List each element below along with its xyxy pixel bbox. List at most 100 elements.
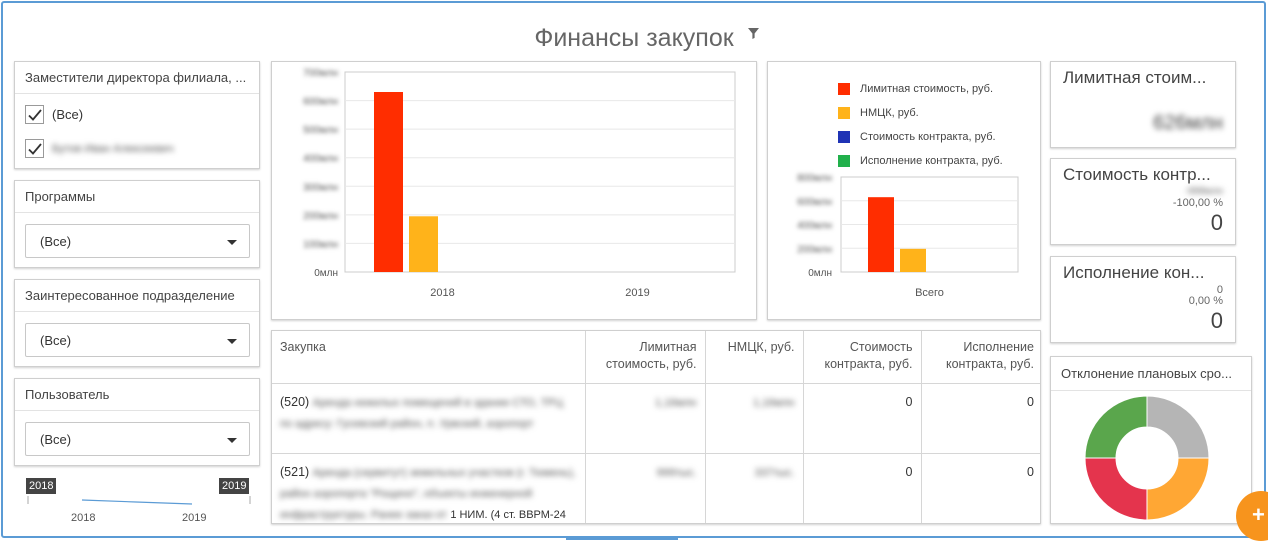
column-header[interactable]: Закупка <box>272 331 586 384</box>
y-tick-label: 0млн <box>314 268 338 279</box>
timeline-line <box>27 496 251 505</box>
programs-filter-header: Программы <box>15 181 259 213</box>
purchase-code: (521) <box>280 464 310 479</box>
y-tick-label: 700млн <box>303 68 338 79</box>
x-tick-label: 2019 <box>625 287 649 299</box>
department-dropdown-value: (Все) <box>40 333 72 348</box>
chart-total-panel: Лимитная стоимость, руб. НМЦК, руб. Стоимо… <box>767 61 1041 320</box>
kpi-contract-target: -998млн <box>1184 186 1223 197</box>
timeline-year-label: 2019 <box>182 512 207 524</box>
y-tick-label: 100млн <box>303 239 338 250</box>
limit-cell: 999тыс. <box>585 453 706 523</box>
column-header[interactable]: Стоимость контракта, руб. <box>803 331 922 384</box>
plot-area <box>344 71 736 273</box>
y-tick-label: 800млн <box>797 173 832 184</box>
chevron-down-icon <box>227 339 237 344</box>
y-tick-label: 200млн <box>303 211 338 222</box>
dashboard-title: Финансы закупок <box>0 24 1268 53</box>
timeline-year-label: 2018 <box>71 512 96 524</box>
nmck-value: 1,16млн <box>753 396 795 409</box>
programs-filter-panel: Программы (Все) <box>14 180 260 268</box>
deviation-panel-header: Отклонение плановых сро... <box>1051 357 1251 391</box>
user-filter-header: Пользователь <box>15 379 259 411</box>
deviation-panel: Отклонение плановых сро... <box>1050 356 1252 524</box>
purchase-name: Аренда нежилых помещений в здании СТО, Т… <box>280 396 563 430</box>
table-row[interactable]: (521) Аренда (сервитут) земельных участк… <box>272 453 1040 523</box>
y-tick-label: 200млн <box>797 244 832 255</box>
x-tick-label: 2018 <box>430 287 454 299</box>
kpi-limit-value: 626млн <box>1153 112 1223 134</box>
kpi-contract-delta: -100,00 % <box>1172 197 1223 209</box>
bar <box>374 92 403 272</box>
kpi-limit-card[interactable]: Лимитная стоим... 626млн <box>1050 61 1236 148</box>
user-dropdown[interactable]: (Все) <box>25 422 250 456</box>
kpi-contract-card[interactable]: Стоимость контр... -998млн -100,00 % 0 <box>1050 158 1236 245</box>
filter-icon[interactable] <box>748 28 759 39</box>
kpi-execution-value: 0 <box>1210 308 1223 333</box>
contract-cell: 0 <box>803 383 922 454</box>
department-dropdown[interactable]: (Все) <box>25 323 250 357</box>
column-header[interactable]: Исполнение контракта, руб. <box>921 331 1040 384</box>
donut-slice <box>1146 395 1210 459</box>
y-tick-label: 600млн <box>303 97 338 108</box>
y-tick-label: 400млн <box>797 221 832 232</box>
chevron-down-icon <box>227 438 237 443</box>
programs-dropdown-value: (Все) <box>40 234 72 249</box>
deputies-item-person[interactable]: Бутов Иван Алексеевич <box>25 139 174 158</box>
limit-value: 1,16млн <box>655 396 697 409</box>
deputies-filter-header: Заместители директора филиала, ... <box>15 62 259 94</box>
kpi-limit-title: Лимитная стоим... <box>1063 68 1207 87</box>
dashboard-title-text: Финансы закупок <box>534 24 734 52</box>
donut-slice <box>1146 457 1210 521</box>
kpi-execution-delta: 0,00 % <box>1188 295 1223 307</box>
user-dropdown-value: (Все) <box>40 432 72 447</box>
nmck-cell: 1,16млн <box>705 383 804 454</box>
deputies-item-label: (Все) <box>52 107 84 122</box>
y-tick-label: 300млн <box>303 182 338 193</box>
nmck-value: 337тыс. <box>754 466 795 479</box>
checkbox-checked-icon[interactable] <box>25 139 44 158</box>
timeline[interactable]: 2018 2019 2018 2019 <box>26 476 252 526</box>
column-header[interactable]: НМЦК, руб. <box>705 331 804 384</box>
limit-value: 999тыс. <box>656 466 697 479</box>
chart-by-year-panel: 700млн 600млн 500млн 400млн 300млн 200млн 100м… <box>271 61 757 320</box>
chart-total: 800млн 600млн 400млн 200млн 0млн Всего <box>797 173 1019 299</box>
column-header[interactable]: Лимитная стоимость, руб. <box>585 331 706 384</box>
table-row[interactable]: (520) Аренда нежилых помещений в здании … <box>272 383 1040 454</box>
x-tick-label: Всего <box>915 287 944 299</box>
horizontal-scrollbar[interactable] <box>566 537 678 540</box>
department-filter-header: Заинтересованное подразделение <box>15 280 259 312</box>
exec-cell: 0 <box>921 383 1040 454</box>
purchase-cell: (521) Аренда (сервитут) земельных участк… <box>272 453 586 523</box>
limit-cell: 1,16млн <box>585 383 706 454</box>
programs-dropdown[interactable]: (Все) <box>25 224 250 258</box>
nmck-cell: 337тыс. <box>705 453 804 523</box>
donut-slice <box>1084 395 1148 459</box>
chevron-down-icon <box>227 240 237 245</box>
exec-cell: 0 <box>921 453 1040 523</box>
purchase-cell: (520) Аренда нежилых помещений в здании … <box>272 383 586 454</box>
checkbox-checked-icon[interactable] <box>25 105 44 124</box>
bar <box>409 216 438 272</box>
fab-glyph: + <box>1252 502 1265 527</box>
contract-cell: 0 <box>803 453 922 523</box>
user-filter-panel: Пользователь (Все) <box>14 378 260 466</box>
y-tick-label: 400млн <box>303 154 338 165</box>
kpi-contract-title: Стоимость контр... <box>1063 165 1211 184</box>
donut-slice <box>1084 457 1148 521</box>
chart-by-year: 700млн 600млн 500млн 400млн 300млн 200млн 100м… <box>303 68 736 299</box>
table-header-row: Закупка Лимитная стоимость, руб. НМЦК, р… <box>272 331 1040 384</box>
department-filter-panel: Заинтересованное подразделение (Все) <box>14 279 260 367</box>
y-tick-label: 0млн <box>808 268 832 279</box>
deputies-filter-panel: Заместители директора филиала, ... (Все)… <box>14 61 260 169</box>
y-tick-label: 600млн <box>797 197 832 208</box>
deputies-item-label: Бутов Иван Алексеевич <box>52 142 174 155</box>
purchases-table: Закупка Лимитная стоимость, руб. НМЦК, р… <box>272 331 1040 523</box>
purchase-code: (520) <box>280 394 310 409</box>
kpi-execution-card[interactable]: Исполнение кон... 0 0,00 % 0 <box>1050 256 1236 343</box>
deputies-item-all[interactable]: (Все) <box>25 105 83 124</box>
y-tick-label: 500млн <box>303 125 338 136</box>
kpi-execution-title: Исполнение кон... <box>1063 263 1205 282</box>
bar <box>900 248 926 272</box>
purchases-table-panel: Закупка Лимитная стоимость, руб. НМЦК, р… <box>271 330 1041 524</box>
